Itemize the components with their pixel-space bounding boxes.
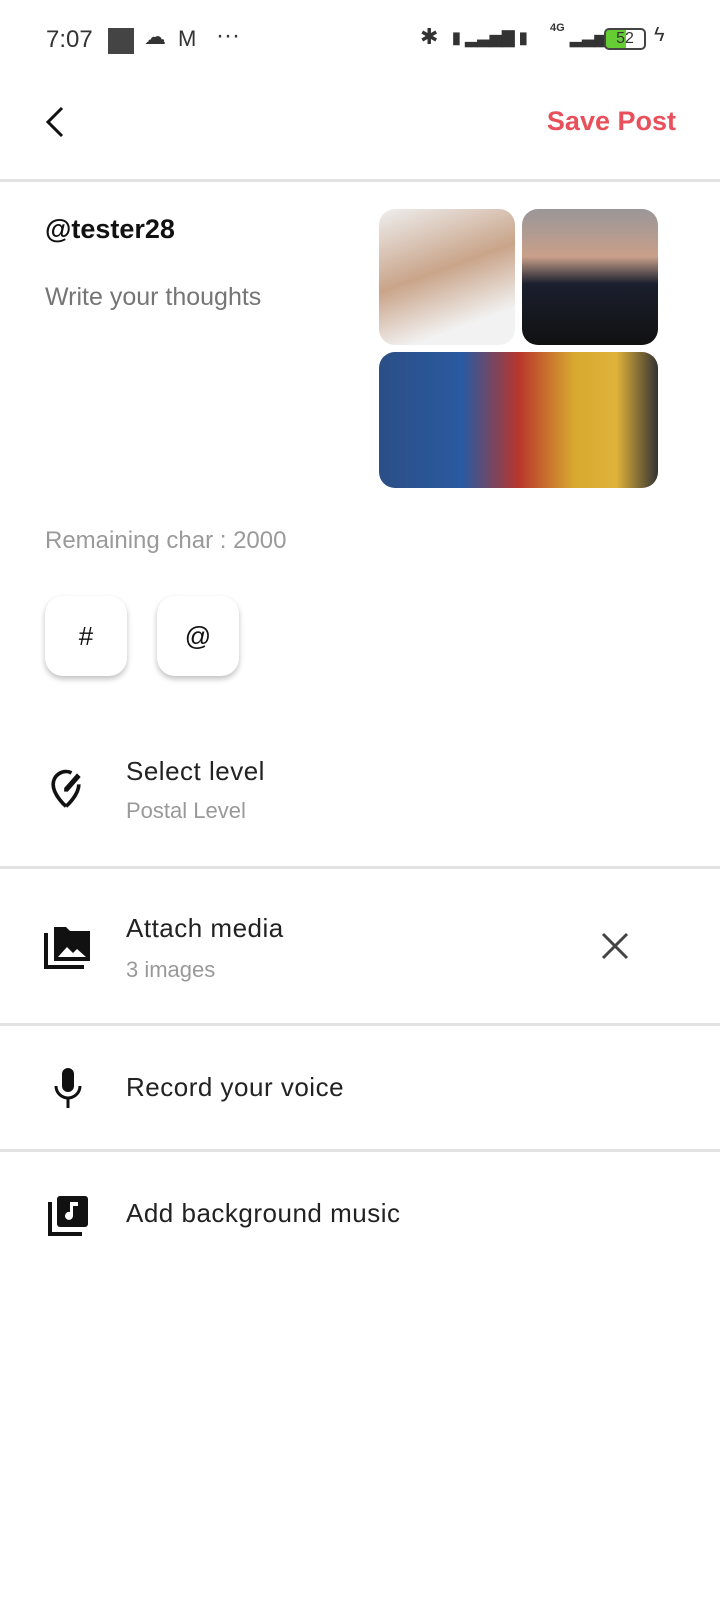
close-icon[interactable] — [601, 932, 629, 960]
microphone-icon — [54, 1068, 82, 1108]
back-button[interactable] — [42, 106, 68, 138]
record-voice-title: Record your voice — [126, 1072, 345, 1102]
select-level-subtitle: Postal Level — [126, 798, 246, 823]
battery-icon: 52 — [604, 28, 646, 50]
select-level-title: Select level — [126, 756, 265, 786]
attach-media-row[interactable]: Attach media 3 images — [0, 869, 720, 1024]
network-type: 4G — [550, 22, 565, 34]
gmail-icon: M — [178, 26, 197, 51]
divider — [0, 179, 720, 182]
more-icon: ··· — [216, 22, 240, 49]
attached-image-1[interactable] — [379, 209, 515, 345]
bluetooth-icon: ✱ — [420, 24, 439, 49]
remaining-chars: Remaining char : 2000 — [45, 527, 287, 554]
attach-media-title: Attach media — [126, 913, 284, 943]
notification-icon — [108, 28, 134, 54]
status-bar: 7:07 ☁ M ··· ✱ ▮ ▂▃▅▇ ▮ 4G ▂▃▅▇ 52 ϟ — [0, 22, 720, 58]
thoughts-input[interactable] — [45, 283, 345, 312]
location-edit-icon — [51, 769, 81, 808]
save-post-button[interactable]: Save Post — [547, 106, 676, 137]
attached-image-3[interactable] — [379, 352, 658, 488]
attached-image-2[interactable] — [522, 209, 658, 345]
hashtag-button[interactable]: # — [45, 596, 127, 676]
charging-icon: ϟ — [654, 24, 665, 46]
photo-library-icon — [44, 927, 90, 969]
music-library-icon — [48, 1196, 88, 1236]
select-level-row[interactable]: Select level Postal Level — [0, 740, 720, 866]
background-music-row[interactable]: Add background music — [0, 1152, 720, 1276]
attach-media-subtitle: 3 images — [126, 957, 216, 982]
signal-icon: ▮ ▂▃▅▇ ▮ — [452, 30, 528, 47]
record-voice-row[interactable]: Record your voice — [0, 1026, 720, 1150]
status-time: 7:07 — [46, 26, 93, 53]
cloud-icon: ☁ — [144, 24, 166, 49]
background-music-title: Add background music — [126, 1198, 401, 1228]
username: @tester28 — [45, 214, 175, 244]
mention-button[interactable]: @ — [157, 596, 239, 676]
